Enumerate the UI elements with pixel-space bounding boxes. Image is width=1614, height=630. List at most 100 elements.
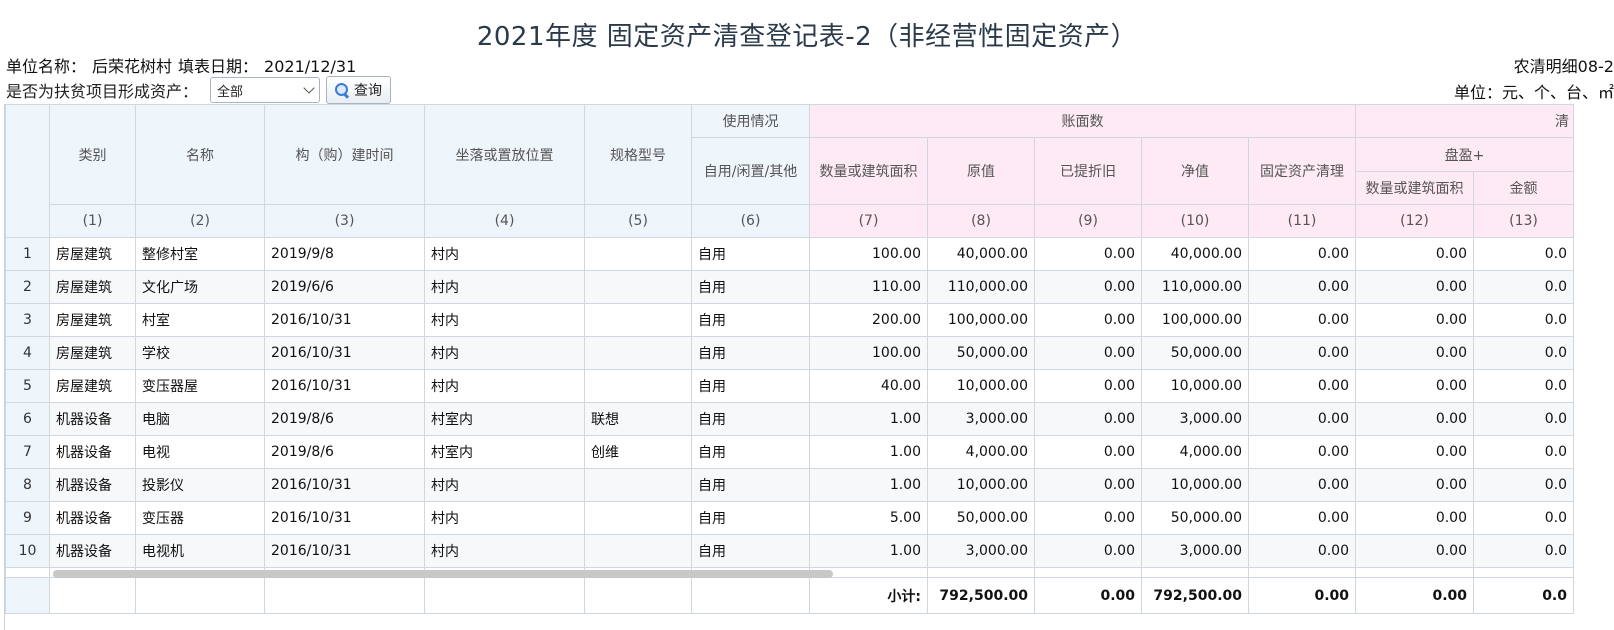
cell-spec <box>584 501 692 535</box>
subtotal-net: 792,500.00 <box>1141 577 1249 614</box>
cell-cleanup: 0.00 <box>1248 336 1356 370</box>
table-row[interactable]: 1 房屋建筑 整修村室 2019/9/8 村内 自用 100.00 40,000.00 0.00… <box>5 237 1574 271</box>
header-location: 坐落或置放位置 <box>424 104 585 205</box>
cell-usage: 自用 <box>691 501 810 535</box>
column-index: (6) <box>691 204 810 238</box>
table-row[interactable]: 8 机器设备 投影仪 2016/10/31 村内 自用 1.00 10,000.00 0.00 1… <box>5 468 1574 502</box>
cell-usage: 自用 <box>691 336 810 370</box>
header-surplus-group: 盘盈+ <box>1355 137 1574 172</box>
cell-surplus-amount: 0.0 <box>1473 336 1574 370</box>
column-index: (5) <box>584 204 692 238</box>
cell-build-time: 2019/8/6 <box>264 402 425 436</box>
cell-quantity: 1.00 <box>809 468 928 502</box>
poverty-filter-label: 是否为扶贫项目形成资产： <box>6 82 199 101</box>
cell-spec: 联想 <box>584 402 692 436</box>
chevron-down-icon <box>303 82 315 94</box>
cell-spec <box>584 468 692 502</box>
header-category: 类别 <box>49 104 136 205</box>
cell-surplus-qty: 0.00 <box>1355 369 1474 403</box>
cell-surplus-amount: 0.0 <box>1473 435 1574 469</box>
horizontal-scrollbar[interactable] <box>53 570 833 578</box>
cell-usage: 自用 <box>691 402 810 436</box>
page-title: 2021年度 固定资产清查登记表-2（非经营性固定资产） <box>476 22 1138 52</box>
cell-surplus-amount: 0.0 <box>1473 501 1574 535</box>
cell-net: 40,000.00 <box>1141 237 1249 271</box>
row-number: 7 <box>5 435 50 469</box>
table-row[interactable]: 4 房屋建筑 学校 2016/10/31 村内 自用 100.00 50,000.00 0.00… <box>5 336 1574 370</box>
cell-depreciation: 0.00 <box>1034 468 1142 502</box>
cell-depreciation: 0.00 <box>1034 336 1142 370</box>
cell-build-time: 2016/10/31 <box>264 369 425 403</box>
table-row[interactable]: 5 房屋建筑 变压器屋 2016/10/31 村内 自用 40.00 10,000.00 0.0… <box>5 369 1574 403</box>
cell-name: 文化广场 <box>135 270 265 304</box>
cell-name: 整修村室 <box>135 237 265 271</box>
cell-location: 村内 <box>424 270 585 304</box>
unit-info: 单位名称： 后荣花树村 填表日期： 2021/12/31 <box>6 53 362 77</box>
table-row[interactable]: 3 房屋建筑 村室 2016/10/31 村内 自用 200.00 100,000.00 0.0… <box>5 303 1574 337</box>
subtotal-surplus-amount: 0.0 <box>1473 577 1574 614</box>
cell-depreciation: 0.00 <box>1034 402 1142 436</box>
cell-build-time: 2019/9/8 <box>264 237 425 271</box>
cell-build-time: 2019/8/6 <box>264 435 425 469</box>
column-index: (2) <box>135 204 265 238</box>
cell-depreciation: 0.00 <box>1034 270 1142 304</box>
cell-category: 机器设备 <box>49 534 136 568</box>
cell-cleanup: 0.00 <box>1248 501 1356 535</box>
cell-name: 村室 <box>135 303 265 337</box>
cell-build-time: 2019/6/6 <box>264 270 425 304</box>
form-code: 农清明细08-2 <box>1513 57 1614 76</box>
cell-spec <box>584 303 692 337</box>
query-button[interactable]: 查询 <box>326 76 392 104</box>
cell-original: 50,000.00 <box>927 501 1035 535</box>
header-net: 净值 <box>1141 137 1249 205</box>
table-row[interactable]: 9 机器设备 变压器 2016/10/31 村内 自用 5.00 50,000.00 0.00 5… <box>5 501 1574 535</box>
cell-category: 房屋建筑 <box>49 270 136 304</box>
cell-surplus-qty: 0.00 <box>1355 336 1474 370</box>
cell-usage: 自用 <box>691 468 810 502</box>
cell-usage: 自用 <box>691 303 810 337</box>
cell-usage: 自用 <box>691 270 810 304</box>
column-index: (11) <box>1248 204 1356 238</box>
row-number: 10 <box>5 534 50 568</box>
cell-category: 机器设备 <box>49 435 136 469</box>
cell-depreciation: 0.00 <box>1034 501 1142 535</box>
cell-net: 10,000.00 <box>1141 468 1249 502</box>
cell-name: 电视 <box>135 435 265 469</box>
column-index: (1) <box>49 204 136 238</box>
cell-location: 村内 <box>424 303 585 337</box>
subtotal-row: 小计: 792,500.00 0.00 792,500.00 0.00 0.00… <box>5 577 1574 614</box>
cell-net: 110,000.00 <box>1141 270 1249 304</box>
header-surplus-amount: 金额 <box>1473 171 1574 205</box>
cell-name: 电脑 <box>135 402 265 436</box>
poverty-filter-select[interactable]: 全部 <box>210 77 321 103</box>
cell-original: 10,000.00 <box>927 369 1035 403</box>
table-row[interactable]: 7 机器设备 电视 2019/8/6 村室内 创维 自用 1.00 4,000.00 0.00 4,… <box>5 435 1574 469</box>
cell-net: 50,000.00 <box>1141 501 1249 535</box>
cell-category: 房屋建筑 <box>49 303 136 337</box>
header-original: 原值 <box>927 137 1035 205</box>
cell-cleanup: 0.00 <box>1248 468 1356 502</box>
header-check-group: 清 <box>1355 104 1574 138</box>
cell-original: 110,000.00 <box>927 270 1035 304</box>
table-row[interactable]: 10 机器设备 电视机 2016/10/31 村内 自用 1.00 3,000.00 0.00 3… <box>5 534 1574 568</box>
cell-net: 10,000.00 <box>1141 369 1249 403</box>
cell-surplus-qty: 0.00 <box>1355 501 1474 535</box>
cell-depreciation: 0.00 <box>1034 237 1142 271</box>
row-number: 6 <box>5 402 50 436</box>
table-row[interactable]: 6 机器设备 电脑 2019/8/6 村室内 联想 自用 1.00 3,000.00 0.00 3,… <box>5 402 1574 436</box>
cell-name: 变压器 <box>135 501 265 535</box>
row-number: 5 <box>5 369 50 403</box>
row-number-header <box>5 104 50 238</box>
cell-cleanup: 0.00 <box>1248 237 1356 271</box>
subtotal-surplus-qty: 0.00 <box>1355 577 1474 614</box>
header-book-group: 账面数 <box>809 104 1356 138</box>
column-index: (13) <box>1473 204 1574 238</box>
table-row[interactable]: 2 房屋建筑 文化广场 2019/6/6 村内 自用 110.00 110,000.00 0.0… <box>5 270 1574 304</box>
cell-quantity: 5.00 <box>809 501 928 535</box>
unit-name-label: 单位名称： <box>6 57 87 76</box>
cell-location: 村内 <box>424 468 585 502</box>
header-usage: 自用/闲置/其他 <box>691 137 810 205</box>
search-icon <box>335 83 349 97</box>
header-depreciation: 已提折旧 <box>1034 137 1142 205</box>
cell-usage: 自用 <box>691 534 810 568</box>
